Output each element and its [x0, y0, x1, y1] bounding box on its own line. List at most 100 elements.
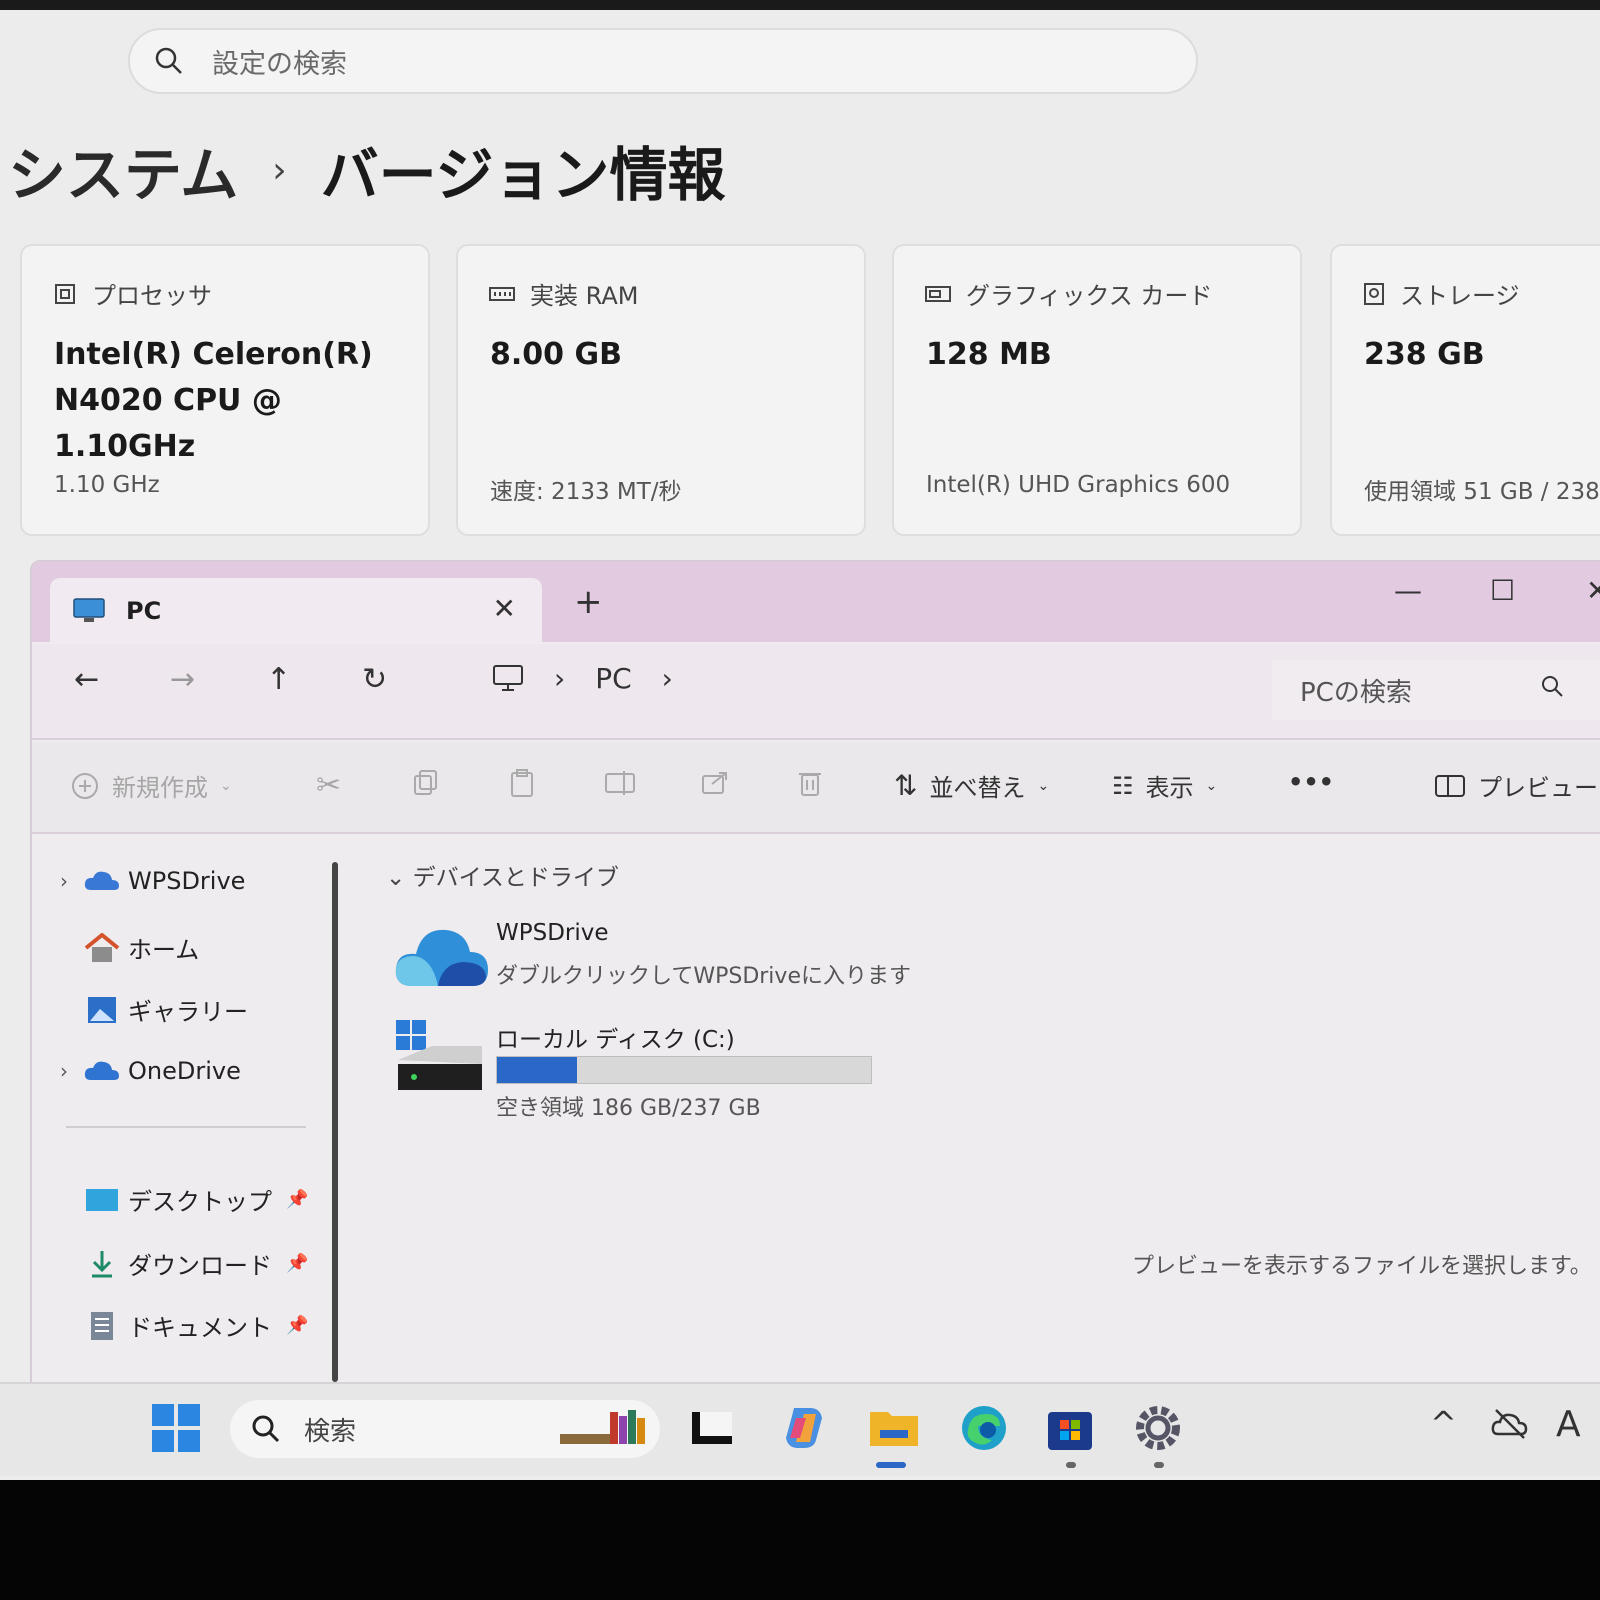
chevron-down-icon: ⌄: [386, 865, 406, 891]
local-disk-icon: [396, 1020, 482, 1090]
back-arrow-icon[interactable]: ←: [74, 662, 99, 697]
nav-item-label: OneDrive: [128, 1057, 241, 1085]
pc-search-placeholder: PCの検索: [1300, 677, 1412, 708]
windows-start-icon[interactable]: [148, 1400, 204, 1456]
nav-item-wpsdrive[interactable]: › WPSDrive: [46, 866, 245, 896]
cut-icon[interactable]: ✂: [316, 768, 341, 803]
tab-strip: PC ✕ + — ☐ ✕: [32, 562, 1600, 644]
cloud-sync-off-icon[interactable]: [1490, 1404, 1530, 1444]
minimize-icon[interactable]: —: [1394, 574, 1422, 607]
pin-icon[interactable]: 📌: [286, 1189, 308, 1210]
processor-value: Intel(R) Celeron(R) N4020 CPU @ 1.10GHz: [54, 337, 373, 464]
ram-speed: 速度: 2133 MT/秒: [490, 479, 682, 505]
drive-usage-fill: [497, 1057, 578, 1083]
preview-pane-button[interactable]: プレビュー: [1434, 768, 1598, 803]
ram-icon: [489, 286, 515, 301]
show-hidden-icons-chevron-icon[interactable]: ^: [1430, 1404, 1457, 1442]
refresh-icon[interactable]: ↻: [362, 662, 387, 697]
nav-item-label: ドキュメント: [128, 1314, 272, 1342]
graphics-card: グラフィックス カード 128 MB Intel(R) UHD Graphics…: [892, 244, 1302, 536]
copy-icon[interactable]: [412, 768, 440, 796]
screen-top-edge: [0, 0, 1600, 10]
nav-item-documents[interactable]: ドキュメント 📌: [46, 1308, 308, 1343]
nav-item-desktop[interactable]: デスクトップ 📌: [46, 1182, 308, 1217]
download-icon: [92, 1250, 112, 1277]
more-options-button[interactable]: •••: [1288, 768, 1334, 796]
nav-item-label: ギャラリー: [128, 998, 248, 1026]
settings-search-placeholder: 設定の検索: [212, 48, 347, 80]
pin-icon[interactable]: 📌: [286, 1253, 308, 1274]
close-tab-icon[interactable]: ✕: [493, 592, 516, 625]
preview-message: プレビューを表示するファイルを選択します。: [1132, 1254, 1592, 1279]
sort-label: 並べ替え: [929, 774, 1026, 802]
breadcrumb-system[interactable]: システム: [8, 128, 238, 212]
devices-group-header[interactable]: ⌄ デバイスとドライブ: [386, 858, 619, 892]
drive-wpsdrive[interactable]: WPSDrive ダブルクリックしてWPSDriveに入ります: [392, 916, 932, 1006]
forward-arrow-icon[interactable]: →: [170, 662, 195, 697]
rename-icon[interactable]: [604, 768, 636, 798]
ram-card: 実装 RAM 8.00 GB 速度: 2133 MT/秒: [456, 244, 866, 536]
new-tab-button[interactable]: +: [574, 582, 603, 622]
search-icon: [252, 1415, 280, 1443]
storage-card: ストレージ 238 GB 使用領域 51 GB / 238: [1330, 244, 1600, 536]
nav-item-downloads[interactable]: ダウンロード 📌: [46, 1246, 308, 1281]
computer-icon: [493, 664, 523, 691]
delete-icon[interactable]: [796, 768, 824, 798]
chevron-down-icon: ⌄: [1037, 777, 1050, 794]
address-chevron-icon[interactable]: ›: [554, 662, 565, 695]
processor-card: プロセッサ Intel(R) Celeron(R) N4020 CPU @ 1.…: [20, 244, 430, 536]
nav-item-home[interactable]: ホーム: [46, 930, 199, 965]
address-chevron-icon[interactable]: ›: [662, 662, 673, 695]
ram-value: 8.00 GB: [490, 337, 622, 372]
navigation-pane: › WPSDrive ホーム ギャラリー › OneDrive デスクトップ 📌…: [46, 836, 336, 1388]
nav-item-gallery[interactable]: ギャラリー: [46, 992, 248, 1027]
graphics-value: 128 MB: [926, 337, 1052, 372]
breadcrumb: システム › バージョン情報: [8, 128, 726, 212]
address-segment-pc[interactable]: PC: [595, 662, 631, 695]
chevron-right-icon[interactable]: ›: [46, 869, 82, 893]
taskbar-search[interactable]: 検索: [230, 1400, 660, 1458]
processor-icon: [55, 283, 75, 304]
new-button[interactable]: 新規作成 ⌄: [70, 768, 232, 803]
wpsdrive-cloud-icon: [395, 929, 488, 986]
nav-divider: [66, 1126, 306, 1128]
sort-button[interactable]: ⇅ 並べ替え ⌄: [894, 768, 1049, 803]
storage-icon: [1364, 282, 1384, 305]
nav-item-onedrive[interactable]: › OneDrive: [46, 1056, 241, 1086]
desktop-folder-icon: [86, 1188, 118, 1211]
view-list-icon: ☷: [1112, 771, 1134, 800]
group-label: デバイスとドライブ: [412, 865, 619, 891]
nav-item-label: ダウンロード: [128, 1252, 272, 1280]
copilot-icon[interactable]: [776, 1400, 832, 1456]
settings-search-box[interactable]: 設定の検索: [128, 28, 1198, 94]
storage-usage: 使用領域 51 GB / 238: [1364, 479, 1600, 505]
content-pane: ⌄ デバイスとドライブ WPSDrive ダブルクリックしてWPSDriveに入…: [372, 836, 1600, 1388]
input-method-indicator[interactable]: A: [1556, 1404, 1581, 1445]
pin-icon[interactable]: 📌: [286, 1315, 308, 1336]
onedrive-cloud-icon: [84, 1061, 119, 1080]
address-bar[interactable]: › PC ›: [492, 662, 673, 695]
terminal-icon[interactable]: [684, 1400, 740, 1456]
edge-icon[interactable]: [956, 1400, 1012, 1456]
settings-gear-icon[interactable]: [1130, 1400, 1186, 1456]
nav-scrollbar[interactable]: [332, 862, 338, 1382]
command-bar: 新規作成 ⌄ ✂ ⇅ 並べ替え ⌄ ☷ 表示 ⌄ ••• プレビュー: [32, 742, 1600, 834]
chevron-right-icon[interactable]: ›: [46, 1059, 82, 1083]
microsoft-store-icon[interactable]: [1042, 1400, 1098, 1456]
view-button[interactable]: ☷ 表示 ⌄: [1112, 768, 1217, 803]
pc-search-input[interactable]: PCの検索: [1272, 660, 1600, 720]
drive-free-space: 空き領域 186 GB/237 GB: [496, 1096, 761, 1121]
share-icon[interactable]: [700, 768, 730, 796]
paste-icon[interactable]: [508, 768, 536, 798]
graphics-model: Intel(R) UHD Graphics 600: [926, 472, 1231, 498]
file-explorer-icon[interactable]: [866, 1400, 922, 1456]
add-icon: [72, 772, 98, 799]
maximize-icon[interactable]: ☐: [1490, 574, 1515, 607]
close-window-icon[interactable]: ✕: [1586, 574, 1600, 607]
chevron-down-icon: ⌄: [1205, 777, 1218, 794]
drive-description: ダブルクリックしてWPSDriveに入ります: [496, 964, 911, 989]
monitor-icon: [73, 598, 105, 622]
preview-pane-icon: [1435, 774, 1465, 797]
tab-pc[interactable]: PC ✕: [50, 578, 542, 644]
up-arrow-icon[interactable]: ↑: [266, 662, 291, 697]
